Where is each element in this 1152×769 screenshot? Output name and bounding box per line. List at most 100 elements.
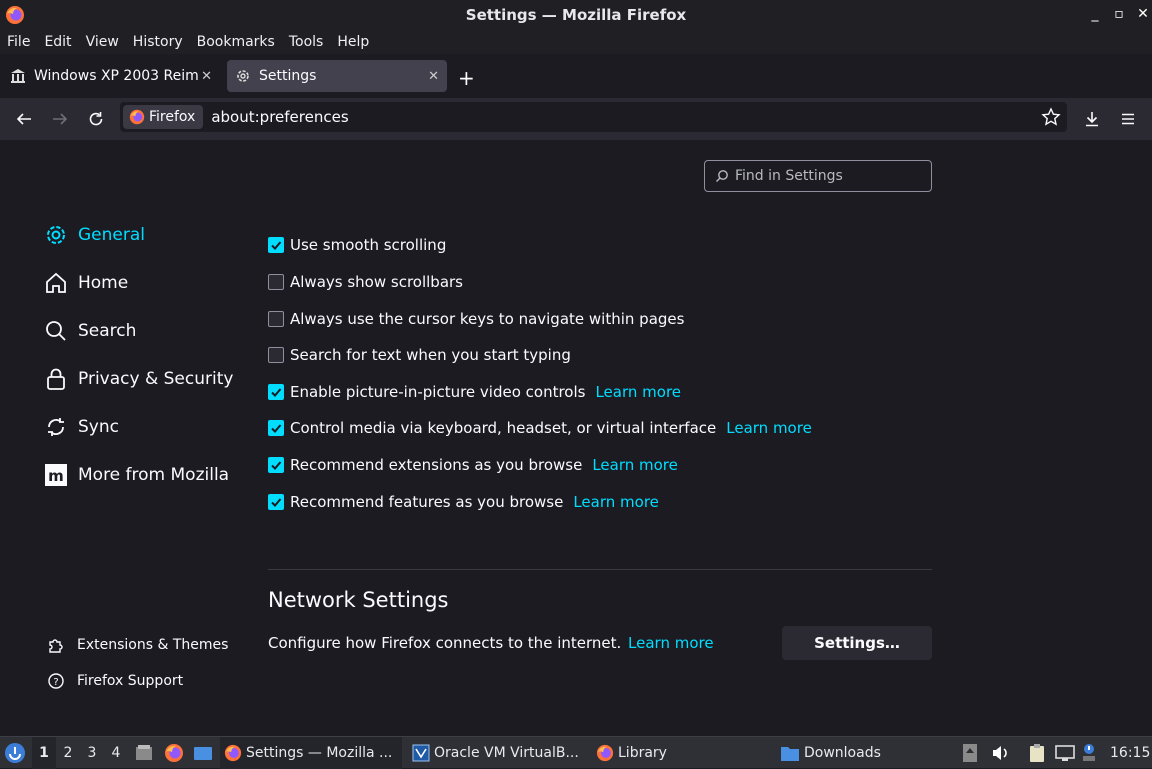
mozilla-icon: m [44,463,68,487]
workspace-4[interactable]: 4 [104,737,128,769]
sync-icon [44,415,68,439]
checkbox-checked[interactable] [268,494,284,510]
window-title: Settings — Mozilla Firefox [465,6,687,24]
menu-view[interactable]: View [86,34,119,50]
home-icon [44,271,68,295]
checkbox-unchecked[interactable] [268,347,284,363]
network-settings-button[interactable]: Settings… [782,626,932,660]
tab-bar: Windows XP 2003 Reimag ✕ Settings ✕ + [0,54,1152,98]
arrow-left-icon [16,113,31,125]
url-text[interactable]: about:preferences [211,108,348,126]
menu-bookmarks[interactable]: Bookmarks [197,34,275,50]
identity-box[interactable]: Firefox [123,105,204,129]
checkbox-checked[interactable] [268,237,284,253]
checkbox-unchecked[interactable] [268,274,284,290]
tab-settings[interactable]: Settings ✕ [227,60,447,92]
network-button[interactable] [1055,737,1075,769]
learn-more-link[interactable]: Learn more [726,419,812,437]
firefox-icon [224,744,242,762]
start-menu-button[interactable] [4,737,26,769]
close-tab-icon[interactable]: ✕ [201,69,212,84]
volume-icon [993,746,1007,760]
option-cursor-keys[interactable]: Always use the cursor keys to navigate w… [268,310,684,328]
file-manager-icon [136,745,152,760]
forward-button[interactable] [49,108,71,130]
task-label: Settings — Mozilla ... [246,745,393,761]
task-label: Oracle VM VirtualB... [434,745,579,761]
task-downloads[interactable]: Downloads [776,737,956,769]
option-recommend-features[interactable]: Recommend features as you browse Learn m… [268,493,659,511]
option-picture-in-picture[interactable]: Enable picture-in-picture video controls… [268,383,681,401]
checkbox-unchecked[interactable] [268,311,284,327]
option-recommend-extensions[interactable]: Recommend extensions as you browse Learn… [268,456,678,474]
option-smooth-scrolling[interactable]: Use smooth scrolling [268,236,446,254]
workspace-2[interactable]: 2 [56,737,80,769]
workspace-3[interactable]: 3 [80,737,104,769]
tray-scroll-indicator[interactable] [962,737,978,769]
clock[interactable]: 16:15 [1110,737,1150,769]
option-always-show-scrollbars[interactable]: Always show scrollbars [268,273,463,291]
firefox-launcher[interactable] [164,737,184,769]
sidebar-item-home[interactable]: Home [44,271,128,295]
sidebar-item-privacy-security[interactable]: Privacy & Security [44,367,233,391]
learn-more-link[interactable]: Learn more [573,493,659,511]
checkbox-checked[interactable] [268,457,284,473]
menu-file[interactable]: File [7,34,30,50]
identity-label: Firefox [149,109,196,125]
desktop-launcher[interactable] [193,737,213,769]
close-window-button[interactable]: ✕ [1134,6,1152,22]
sidebar-item-general[interactable]: General [44,223,145,247]
menu-tools[interactable]: Tools [289,34,324,50]
firefox-support-link[interactable]: ? Firefox Support [46,672,183,690]
find-in-settings-input[interactable]: Find in Settings [704,160,932,192]
desktop-icon [194,747,212,760]
museum-icon [11,69,25,83]
task-firefox-settings[interactable]: Settings — Mozilla ... [220,737,402,769]
workspace-1[interactable]: 1 [32,737,56,769]
lock-icon [44,367,68,391]
hamburger-menu-icon [1122,113,1134,125]
menu-history[interactable]: History [133,34,183,50]
extensions-themes-link[interactable]: Extensions & Themes [46,636,228,654]
bookmark-star-icon[interactable] [1041,107,1061,127]
new-tab-button[interactable]: + [458,66,475,90]
task-label: Library [618,745,667,761]
sidebar-item-label: Home [78,273,129,293]
minimize-button[interactable]: _ [1086,6,1104,22]
menu-help[interactable]: Help [337,34,369,50]
sidebar-item-search[interactable]: Search [44,319,136,343]
downloads-button[interactable] [1081,108,1103,130]
task-library[interactable]: Library [592,737,772,769]
scroll-up-icon [963,744,977,762]
option-search-when-typing[interactable]: Search for text when you start typing [268,346,571,364]
menu-edit[interactable]: Edit [44,34,71,50]
sidebar-item-more-from-mozilla[interactable]: m More from Mozilla [44,463,229,487]
task-virtualbox[interactable]: Oracle VM VirtualB... [408,737,588,769]
volume-button[interactable] [990,737,1010,769]
notification-button[interactable] [1082,737,1096,769]
maximize-button[interactable]: ▫ [1110,6,1128,22]
learn-more-link[interactable]: Learn more [592,456,678,474]
url-bar[interactable]: Firefox about:preferences [120,102,1067,132]
search-icon [44,319,68,343]
learn-more-link[interactable]: Learn more [628,634,714,652]
checkbox-checked[interactable] [268,384,284,400]
app-menu-button[interactable] [1117,108,1139,130]
clipboard-button[interactable] [1028,737,1046,769]
reload-button[interactable] [85,108,107,130]
sidebar-item-sync[interactable]: Sync [44,415,119,439]
firefox-icon [165,744,183,762]
network-description-text: Configure how Firefox connects to the in… [268,634,622,652]
option-control-media[interactable]: Control media via keyboard, headset, or … [268,419,812,437]
back-button[interactable] [13,108,35,130]
start-menu-icon [5,743,25,763]
tab-windows-xp[interactable]: Windows XP 2003 Reimag ✕ [4,60,220,92]
svg-text:m: m [48,467,64,485]
checkbox-checked[interactable] [268,420,284,436]
learn-more-link[interactable]: Learn more [595,383,681,401]
extensions-themes-label: Extensions & Themes [77,637,229,653]
reload-icon [89,112,103,126]
menu-bar: File Edit View History Bookmarks Tools H… [0,30,1152,54]
close-tab-icon[interactable]: ✕ [428,69,439,84]
file-manager-launcher[interactable] [134,737,154,769]
